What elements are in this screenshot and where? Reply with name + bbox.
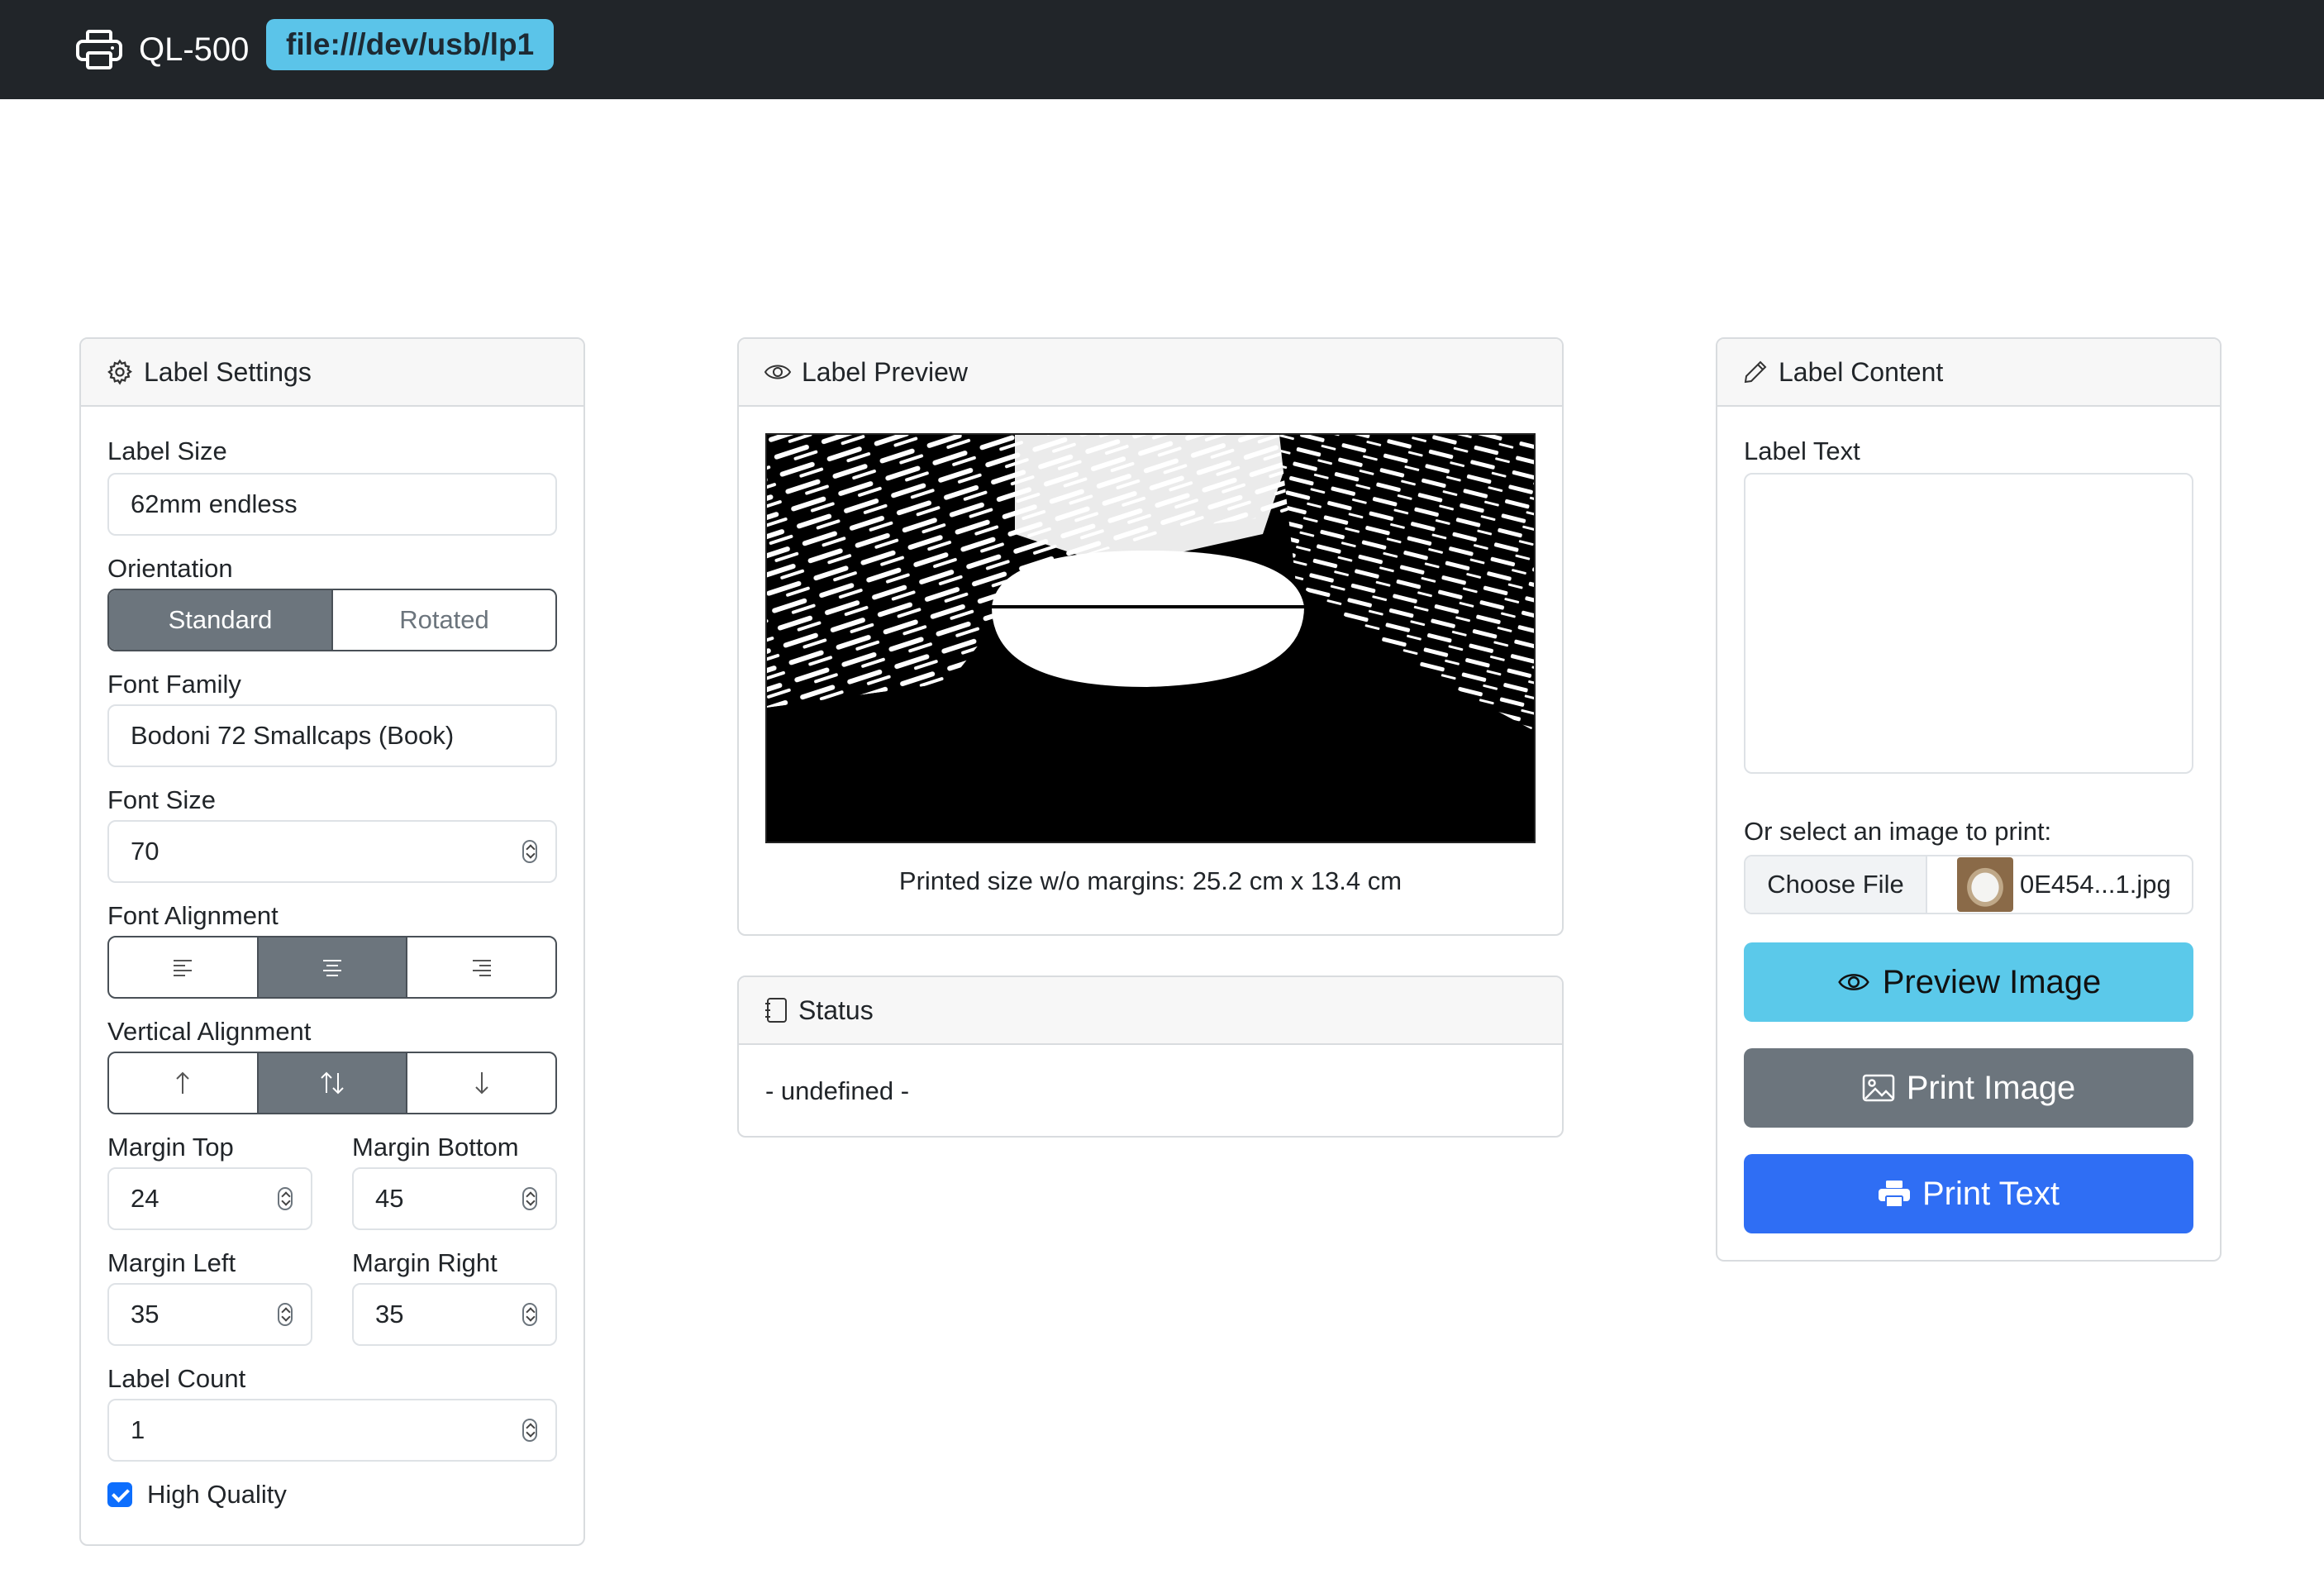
margin-left-value: 35 (131, 1300, 160, 1329)
print-image-label: Print Image (1906, 1069, 2076, 1106)
valign-middle-button[interactable] (258, 1053, 408, 1113)
label-size-label: Label Size (107, 436, 227, 465)
printer-icon (1879, 1181, 1910, 1208)
selected-file: 0E454...1.jpg (1927, 856, 2192, 913)
eye-icon (764, 365, 792, 379)
align-center-button[interactable] (258, 937, 408, 997)
preview-bitmap (767, 435, 1534, 842)
valign-top-button[interactable] (109, 1053, 259, 1113)
label-content-header: Label Content (1717, 339, 2220, 407)
font-family-label: Font Family (107, 670, 241, 699)
print-text-button[interactable]: Print Text (1744, 1154, 2193, 1233)
label-count-input[interactable]: 1 (107, 1399, 557, 1462)
label-size-select[interactable]: 62mm endless (107, 473, 557, 536)
status-header: Status (739, 977, 1562, 1045)
label-preview-image (765, 433, 1536, 843)
margin-bottom-label: Margin Bottom (352, 1133, 519, 1162)
gear-icon (107, 359, 133, 385)
label-settings-title: Label Settings (144, 356, 312, 387)
font-size-value: 70 (131, 837, 160, 866)
margin-left-label: Margin Left (107, 1248, 236, 1277)
brand[interactable]: QL-500 (76, 20, 249, 79)
margin-right-value: 35 (375, 1300, 404, 1329)
font-alignment-toggle (107, 936, 557, 999)
margin-bottom-stepper[interactable] (522, 1187, 537, 1210)
align-center-icon (323, 960, 341, 976)
align-left-icon (174, 960, 193, 976)
margin-top-stepper[interactable] (278, 1187, 293, 1210)
font-size-stepper[interactable] (522, 840, 537, 863)
choose-file-button[interactable]: Choose File (1745, 856, 1927, 913)
orientation-standard-button[interactable]: Standard (109, 590, 333, 650)
margin-right-stepper[interactable] (522, 1303, 537, 1326)
printer-icon (76, 30, 122, 69)
eye-icon (1837, 974, 1869, 990)
label-count-value: 1 (131, 1415, 145, 1444)
label-text-label: Label Text (1744, 436, 1860, 465)
font-alignment-label: Font Alignment (107, 901, 279, 930)
high-quality-checkbox[interactable] (107, 1482, 132, 1507)
margin-top-value: 24 (131, 1184, 160, 1213)
margin-top-input[interactable]: 24 (107, 1167, 312, 1230)
align-left-button[interactable] (109, 937, 259, 997)
orientation-label: Orientation (107, 554, 233, 583)
margin-right-label: Margin Right (352, 1248, 498, 1277)
arrow-up-icon (176, 1071, 190, 1094)
preview-image-label: Preview Image (1882, 963, 2102, 1000)
device-badge: file:///dev/usb/lp1 (266, 19, 555, 70)
status-card: Status (737, 976, 1564, 1138)
arrow-down-icon (474, 1072, 488, 1095)
print-text-label: Print Text (1922, 1175, 2060, 1212)
vertical-alignment-label: Vertical Alignment (107, 1017, 312, 1046)
status-title: Status (798, 995, 874, 1025)
font-family-select[interactable]: Bodoni 72 Smallcaps (Book) (107, 704, 557, 767)
align-right-button[interactable] (407, 937, 555, 997)
label-count-label: Label Count (107, 1364, 246, 1393)
margin-bottom-input[interactable]: 45 (352, 1167, 557, 1230)
vertical-alignment-toggle (107, 1052, 557, 1114)
label-size-value: 62mm endless (131, 489, 298, 518)
image-icon (1862, 1074, 1894, 1102)
orientation-rotated-button[interactable]: Rotated (333, 590, 555, 650)
arrow-up-down-icon (321, 1071, 344, 1095)
preview-image-button[interactable]: Preview Image (1744, 942, 2193, 1022)
label-text-area[interactable] (1744, 473, 2193, 774)
font-size-label: Font Size (107, 785, 216, 814)
printer-name: QL-500 (139, 31, 250, 68)
selected-file-name: 0E454...1.jpg (2020, 870, 2171, 899)
font-family-value: Bodoni 72 Smallcaps (Book) (131, 721, 455, 750)
margin-left-stepper[interactable] (278, 1303, 293, 1326)
valign-bottom-button[interactable] (407, 1053, 555, 1113)
preview-caption: Printed size w/o margins: 25.2 cm x 13.4… (898, 866, 1402, 895)
margin-top-label: Margin Top (107, 1133, 234, 1162)
orientation-toggle: Standard Rotated (107, 589, 557, 651)
margin-right-input[interactable]: 35 (352, 1283, 557, 1346)
label-count-stepper[interactable] (522, 1419, 537, 1442)
margin-bottom-value: 45 (375, 1184, 404, 1213)
align-right-icon (472, 960, 491, 976)
top-navbar: QL-500 file:///dev/usb/lp1 (0, 0, 2324, 99)
label-preview-title: Label Preview (802, 356, 968, 387)
margin-left-input[interactable]: 35 (107, 1283, 312, 1346)
image-select-label: Or select an image to print: (1744, 817, 2052, 846)
status-text: - undefined - (765, 1076, 910, 1105)
font-size-input[interactable]: 70 (107, 820, 557, 883)
file-thumbnail (1957, 857, 2013, 912)
notepad-icon (765, 998, 787, 1023)
print-image-button[interactable]: Print Image (1744, 1048, 2193, 1128)
label-preview-header: Label Preview (739, 339, 1562, 407)
label-settings-header: Label Settings (81, 339, 583, 407)
pencil-icon (1744, 360, 1767, 384)
high-quality-label[interactable]: High Quality (147, 1480, 287, 1510)
label-content-title: Label Content (1779, 356, 1944, 387)
image-file-input[interactable]: Choose File 0E454...1.jpg (1744, 855, 2193, 914)
